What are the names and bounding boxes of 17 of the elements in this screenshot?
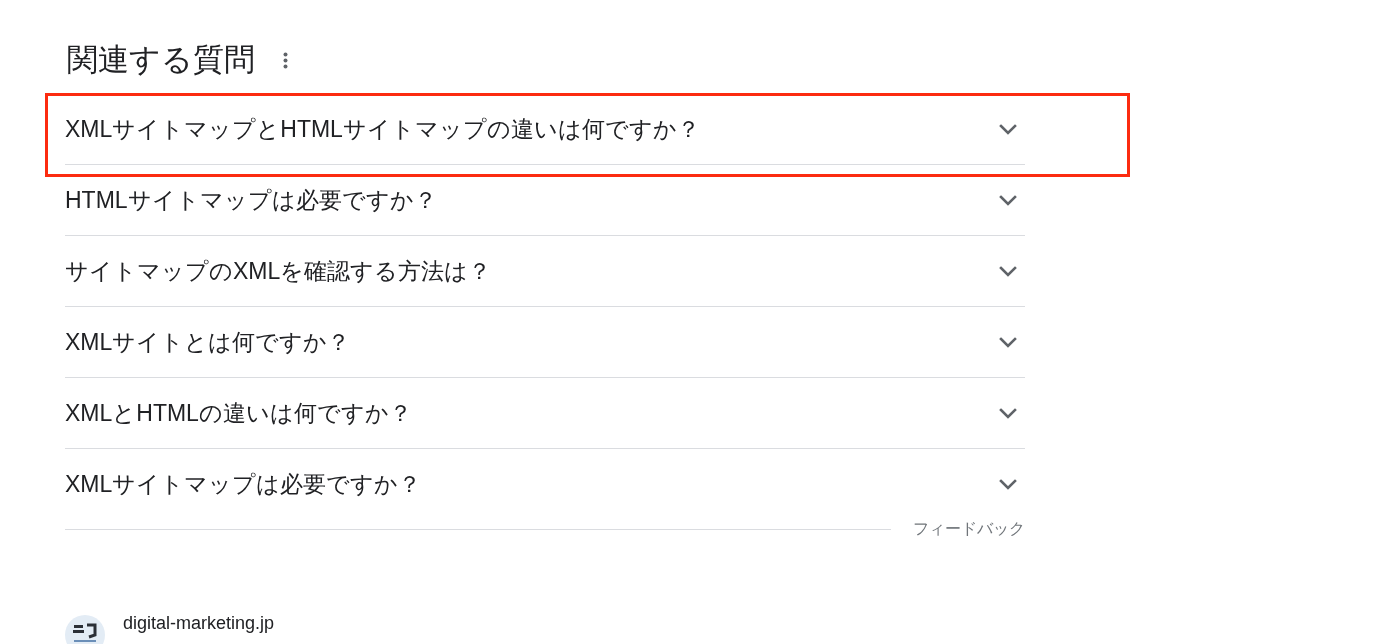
question-item[interactable]: XMLとHTMLの違いは何ですか？ [65, 378, 1025, 449]
chevron-down-icon [999, 336, 1017, 348]
question-item[interactable]: XMLサイトマップは必要ですか？ [65, 449, 1025, 520]
question-item[interactable]: HTMLサイトマップは必要ですか？ [65, 165, 1025, 236]
chevron-down-icon [999, 407, 1017, 419]
more-options-icon[interactable] [283, 51, 288, 69]
site-logo-icon [65, 615, 105, 644]
source-domain: digital-marketing.jp [123, 612, 275, 634]
feedback-link[interactable]: フィードバック [913, 520, 1025, 538]
section-title: 関連する質問 [67, 41, 255, 79]
chevron-down-icon [999, 479, 1017, 490]
question-item[interactable]: サイトマップのXMLを確認する方法は？ [65, 236, 1025, 307]
question-item[interactable]: XMLサイトマップとHTMLサイトマップの違いは何ですか？ [65, 94, 1025, 165]
question-item[interactable]: XMLサイトとは何ですか？ [65, 307, 1025, 378]
chevron-down-icon [999, 265, 1017, 277]
chevron-down-icon [999, 123, 1017, 135]
chevron-down-icon [999, 194, 1017, 206]
